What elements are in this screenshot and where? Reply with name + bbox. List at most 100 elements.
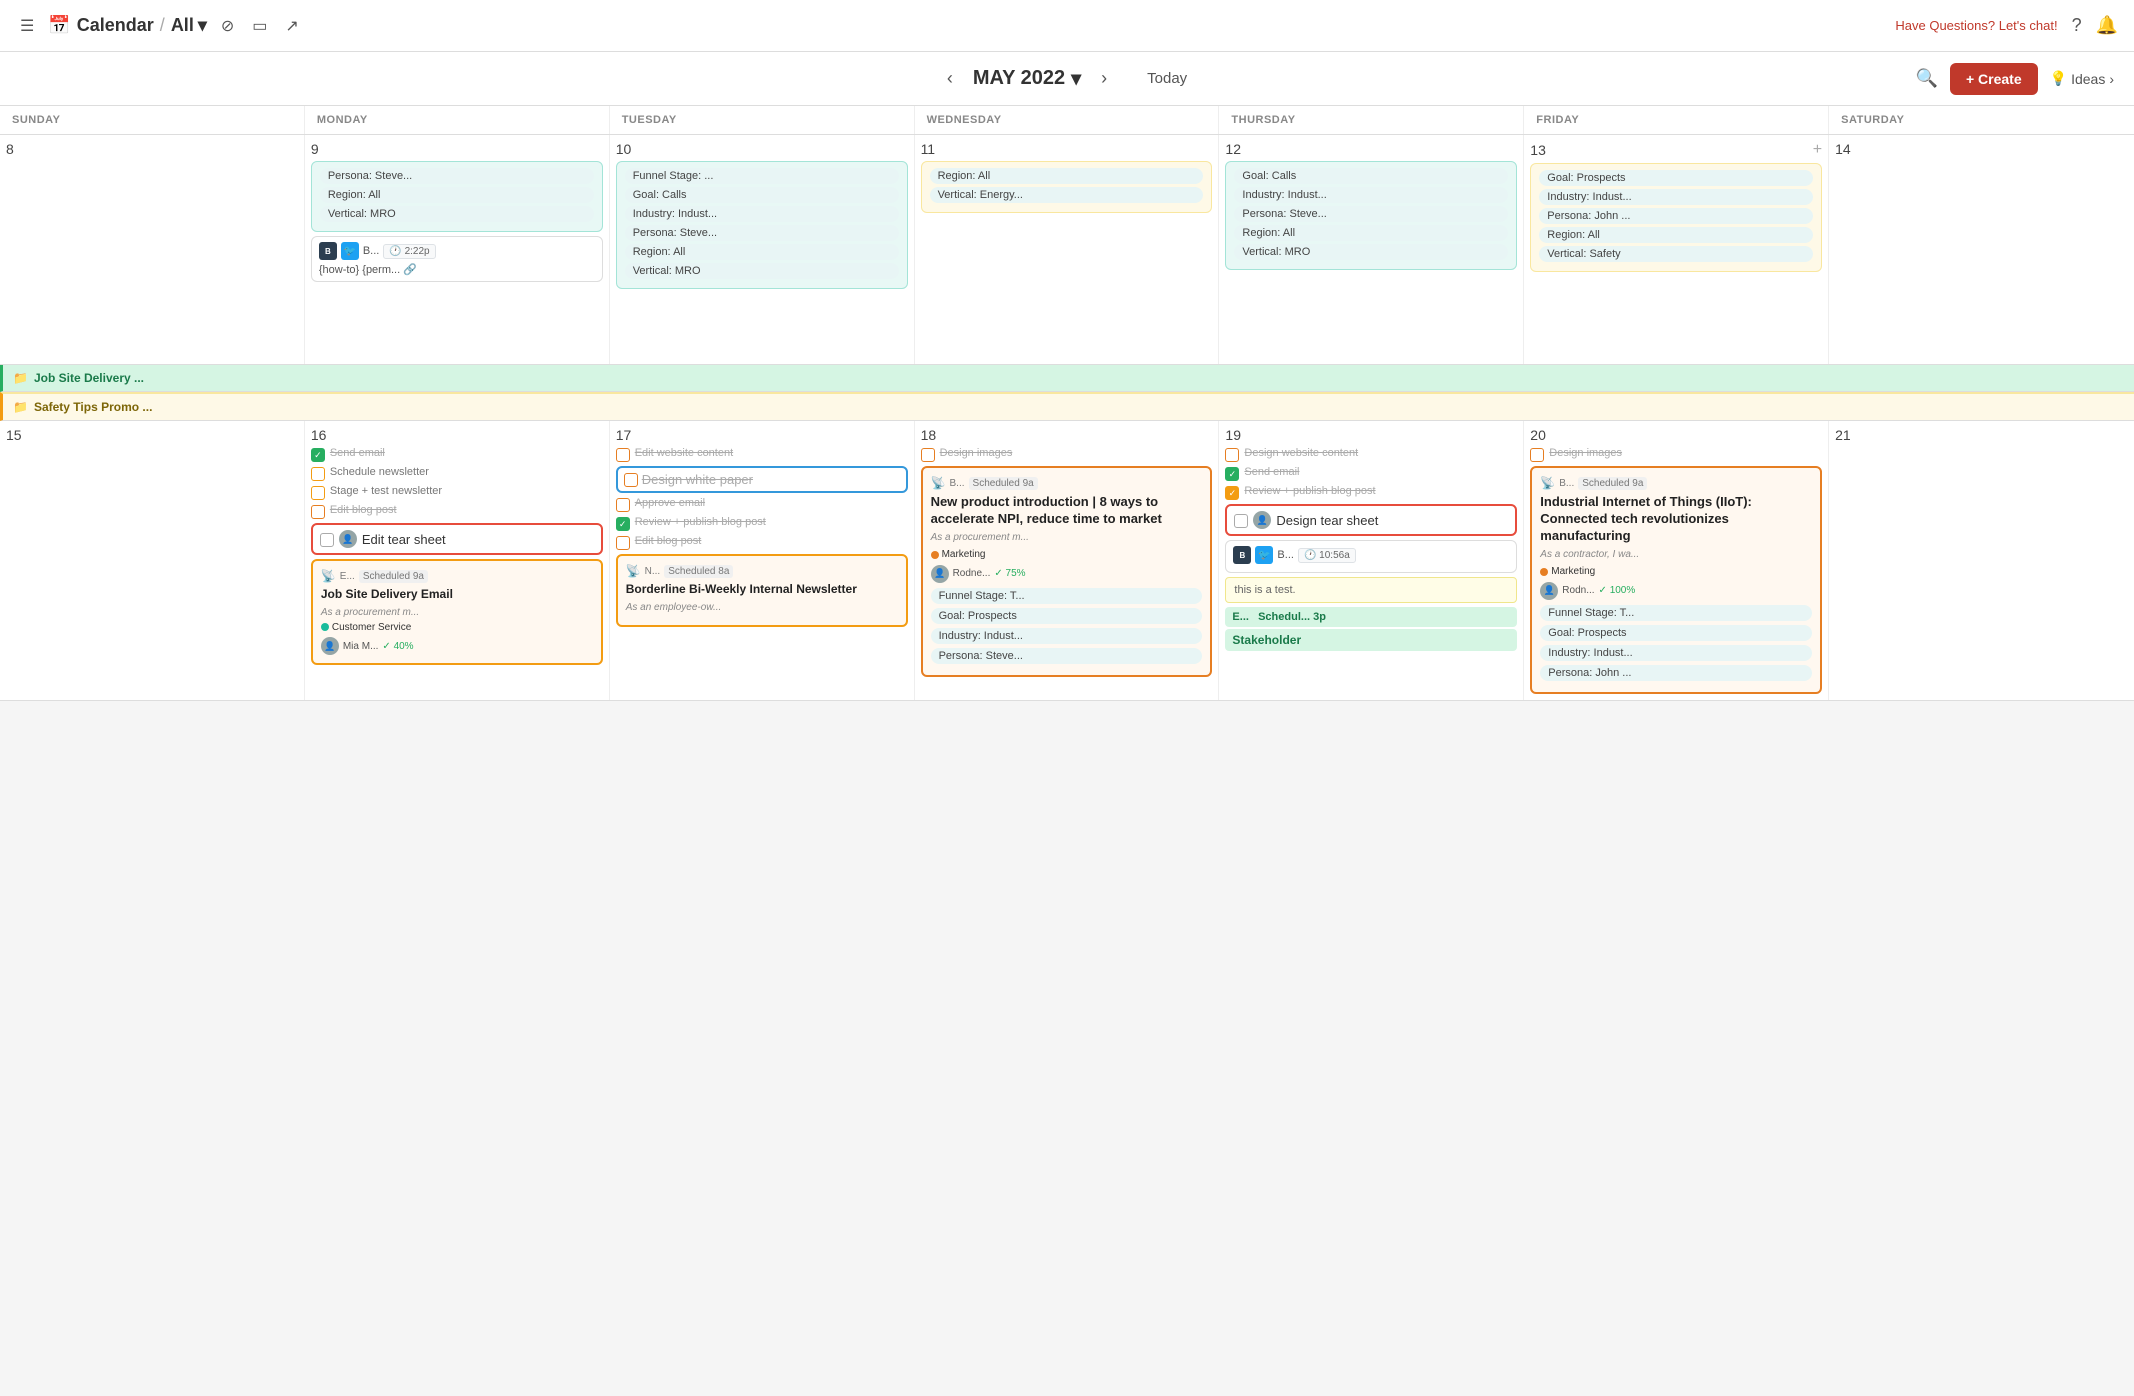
- todo-send-email-16[interactable]: ✓ Send email: [311, 447, 603, 462]
- todo-edit-website[interactable]: Edit website content: [616, 447, 908, 462]
- checkbox-design-images-20[interactable]: [1530, 448, 1544, 462]
- event-card-thu12[interactable]: Goal: Calls Industry: Indust... Persona:…: [1225, 161, 1517, 270]
- nav-all-chevron: ▾: [198, 15, 207, 36]
- header-monday: MONDAY: [305, 106, 610, 134]
- design-white-paper-card[interactable]: Design white paper: [616, 466, 908, 493]
- sched-time-18: Scheduled 9a: [969, 477, 1038, 490]
- checkbox-design-images-18[interactable]: [921, 448, 935, 462]
- day-num-11: 11: [921, 141, 1213, 157]
- todo-design-website-19[interactable]: Design website content: [1225, 447, 1517, 462]
- day-num-16: 16: [311, 427, 603, 443]
- bulb-icon: 💡: [2050, 70, 2067, 87]
- nav-left: ☰ 📅 Calendar / All ▾ ⊘ ▭ ↗: [16, 12, 303, 40]
- checkbox-white-paper[interactable]: [624, 473, 638, 487]
- job-site-span-row[interactable]: 📁 Job Site Delivery ...: [0, 365, 2134, 392]
- checkbox-send-email-19[interactable]: ✓: [1225, 467, 1239, 481]
- edit-tear-sheet-card[interactable]: 👤 Edit tear sheet: [311, 523, 603, 555]
- sched-desc-20: As a contractor, I wa...: [1540, 549, 1812, 560]
- header-saturday: SATURDAY: [1829, 106, 2134, 134]
- social-event-mon9[interactable]: B 🐦 B... 🕐 2:22p {how-to} {perm... 🔗: [311, 236, 603, 282]
- cal-header: ‹ MAY 2022 ▾ › Today 🔍 + Create 💡 Ideas …: [0, 52, 2134, 106]
- checkbox-review-publish[interactable]: ✓: [616, 517, 630, 531]
- checkbox-approve-email[interactable]: [616, 498, 630, 512]
- bell-icon[interactable]: 🔔: [2096, 15, 2118, 36]
- rss-icon-18: 📡: [931, 476, 946, 490]
- checkbox-send-email[interactable]: ✓: [311, 448, 325, 462]
- search-button[interactable]: 🔍: [1916, 68, 1938, 89]
- scheduled-card-18[interactable]: 📡 B... Scheduled 9a New product introduc…: [921, 466, 1213, 677]
- chip-region-all4: Region: All: [1234, 225, 1508, 241]
- avatar-18: 👤: [931, 565, 949, 583]
- day-15: 15: [0, 421, 305, 700]
- todo-stage-test[interactable]: Stage + test newsletter: [311, 485, 603, 500]
- checkbox-edit-tear-sheet[interactable]: [320, 533, 334, 547]
- have-questions-link[interactable]: Have Questions? Let's chat!: [1895, 18, 2057, 33]
- stakeholder-card-19[interactable]: Stakeholder: [1225, 629, 1517, 651]
- day-num-13: 13 +: [1530, 141, 1822, 159]
- checkbox-review-publish-19[interactable]: ✓: [1225, 486, 1239, 500]
- social-label: B...: [363, 245, 380, 257]
- todo-approve-email[interactable]: Approve email: [616, 497, 908, 512]
- design-tear-sheet-card[interactable]: 👤 Design tear sheet: [1225, 504, 1517, 536]
- filter-icon[interactable]: ⊘: [217, 12, 238, 40]
- checkbox-schedule-newsletter[interactable]: [311, 467, 325, 481]
- cal-month-label[interactable]: MAY 2022 ▾: [973, 66, 1081, 91]
- folder-icon-yellow: 📁: [13, 400, 28, 414]
- chip-persona-20: Persona: John ...: [1540, 665, 1812, 681]
- day-num-17: 17: [616, 427, 908, 443]
- hamburger-menu[interactable]: ☰: [16, 12, 38, 40]
- day-17: 17 Edit website content Design white pap…: [610, 421, 915, 700]
- progress-20: ✓ 100%: [1599, 585, 1636, 596]
- event-card-mon9[interactable]: Persona: Steve... Region: All Vertical: …: [311, 161, 603, 232]
- add-icon-fri13[interactable]: +: [1813, 141, 1822, 159]
- todo-edit-blog-17[interactable]: Edit blog post: [616, 535, 908, 550]
- monitor-icon[interactable]: ▭: [248, 12, 271, 40]
- scheduled-card-17[interactable]: 📡 N... Scheduled 8a Borderline Bi-Weekly…: [616, 554, 908, 627]
- week1-row: 8 9 Persona: Steve... Region: All Vertic…: [0, 135, 2134, 365]
- checkbox-edit-blog-17[interactable]: [616, 536, 630, 550]
- event-card-tue10[interactable]: Funnel Stage: ... Goal: Calls Industry: …: [616, 161, 908, 289]
- event-card-fri13[interactable]: Goal: Prospects Industry: Indust... Pers…: [1530, 163, 1822, 272]
- share-icon[interactable]: ↗: [281, 12, 302, 40]
- nav-all[interactable]: All ▾: [171, 15, 207, 36]
- author-name-20: Rodn...: [1562, 585, 1594, 596]
- checkbox-edit-website[interactable]: [616, 448, 630, 462]
- todo-send-email-19[interactable]: ✓ Send email: [1225, 466, 1517, 481]
- chip-persona-18: Persona: Steve...: [931, 648, 1203, 664]
- scheduled-card-20[interactable]: 📡 B... Scheduled 9a Industrial Internet …: [1530, 466, 1822, 694]
- chip-goal-calls2: Goal: Calls: [1234, 168, 1508, 184]
- todo-design-images-20[interactable]: Design images: [1530, 447, 1822, 462]
- checkbox-design-website-19[interactable]: [1225, 448, 1239, 462]
- todo-review-publish-19[interactable]: ✓ Review + publish blog post: [1225, 485, 1517, 500]
- todo-design-images-18[interactable]: Design images: [921, 447, 1213, 462]
- todo-edit-blog-16[interactable]: Edit blog post: [311, 504, 603, 519]
- sched-header-17: 📡 N... Scheduled 8a: [626, 564, 898, 578]
- help-icon[interactable]: ?: [2072, 15, 2082, 36]
- cal-nav: ‹ MAY 2022 ▾ › Today: [947, 66, 1187, 91]
- todo-schedule-newsletter[interactable]: Schedule newsletter: [311, 466, 603, 481]
- header-thursday: THURSDAY: [1219, 106, 1524, 134]
- checkbox-edit-blog[interactable]: [311, 505, 325, 519]
- safety-tips-span-row[interactable]: 📁 Safety Tips Promo ...: [0, 392, 2134, 421]
- day-num-14: 14: [1835, 141, 2128, 157]
- checkbox-stage-test[interactable]: [311, 486, 325, 500]
- event-card-wed11[interactable]: Region: All Vertical: Energy...: [921, 161, 1213, 213]
- day-20: 20 Design images 📡 B... Scheduled 9a Ind…: [1524, 421, 1829, 700]
- chip-industry-18: Industry: Indust...: [931, 628, 1203, 644]
- prev-month-button[interactable]: ‹: [947, 68, 953, 89]
- todo-send-email-label: Send email: [330, 447, 385, 459]
- today-button[interactable]: Today: [1147, 70, 1187, 87]
- scheduled-card-16[interactable]: 📡 E... Scheduled 9a Job Site Delivery Em…: [311, 559, 603, 665]
- todo-design-images-18-label: Design images: [940, 447, 1013, 459]
- stakeholder-label-19[interactable]: E... Schedul... 3p: [1225, 607, 1517, 627]
- todo-review-publish[interactable]: ✓ Review + publish blog post: [616, 516, 908, 531]
- dot-orange-18: [931, 551, 939, 559]
- day-num-8: 8: [6, 141, 298, 157]
- create-button[interactable]: + Create: [1950, 63, 2038, 95]
- nav-slash: /: [160, 15, 165, 36]
- next-month-button[interactable]: ›: [1101, 68, 1107, 89]
- nav-calendar-label: Calendar: [77, 15, 154, 36]
- social-event-19[interactable]: B 🐦 B... 🕐 10:56a: [1225, 540, 1517, 573]
- ideas-button[interactable]: 💡 Ideas ›: [2050, 70, 2114, 87]
- checkbox-design-tear-sheet[interactable]: [1234, 514, 1248, 528]
